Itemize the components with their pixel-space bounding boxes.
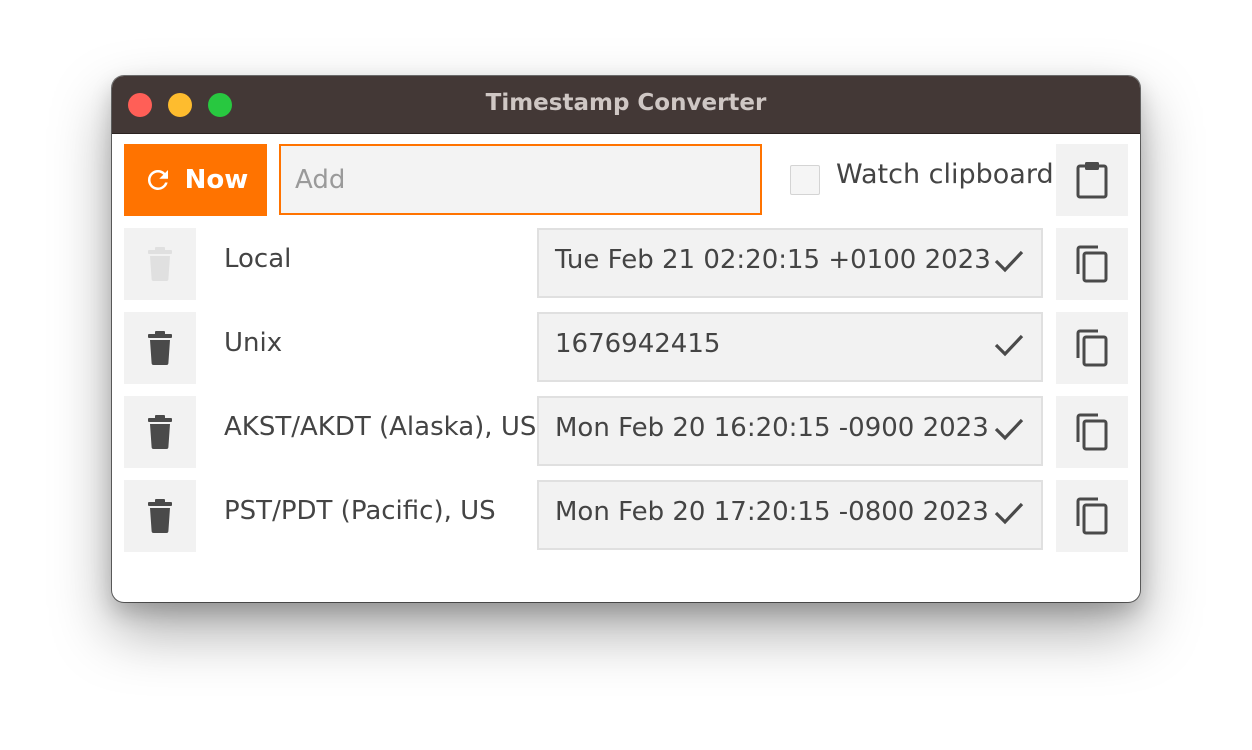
main-content: Now Watch clipboard Local [112,134,1140,602]
delete-row-button[interactable] [124,396,196,468]
checkmark-icon[interactable] [993,416,1025,446]
row-value-field[interactable]: Mon Feb 20 16:20:15 -0900 2023 [537,396,1043,466]
row-label: Local [224,244,292,274]
row-label: Unix [224,328,283,358]
row-label: PST/PDT (Pacific), US [224,496,496,526]
checkmark-icon[interactable] [993,332,1025,362]
watch-clipboard-checkbox[interactable] [790,165,820,195]
copy-icon [1074,328,1110,368]
row-value-field[interactable]: Tue Feb 21 02:20:15 +0100 2023 [537,228,1043,298]
copy-icon [1074,244,1110,284]
copy-row-button[interactable] [1056,312,1128,384]
refresh-icon [143,165,173,195]
trash-icon [147,415,173,449]
checkmark-icon[interactable] [993,500,1025,530]
clipboard-icon [1074,160,1110,200]
copy-row-button[interactable] [1056,396,1128,468]
row-value-field[interactable]: 1676942415 [537,312,1043,382]
trash-icon [147,247,173,281]
title-bar: Timestamp Converter [112,76,1140,134]
trash-icon [147,499,173,533]
now-button[interactable]: Now [124,144,267,216]
delete-row-button[interactable] [124,312,196,384]
copy-icon [1074,496,1110,536]
row-value: Tue Feb 21 02:20:15 +0100 2023 [555,245,991,275]
now-button-label: Now [184,165,249,195]
checkmark-icon[interactable] [993,248,1025,278]
window-title: Timestamp Converter [485,90,767,116]
watch-clipboard-label[interactable]: Watch clipboard [836,159,1054,190]
row-value-field[interactable]: Mon Feb 20 17:20:15 -0800 2023 [537,480,1043,550]
row-label: AKST/AKDT (Alaska), US [224,412,537,442]
copy-icon [1074,412,1110,452]
copy-row-button[interactable] [1056,480,1128,552]
delete-row-button[interactable] [124,228,196,300]
row-value: Mon Feb 20 17:20:15 -0800 2023 [555,497,989,527]
trash-icon [147,331,173,365]
row-value: 1676942415 [555,329,721,359]
add-timezone-input[interactable] [279,144,762,215]
row-value: Mon Feb 20 16:20:15 -0900 2023 [555,413,989,443]
copy-row-button[interactable] [1056,228,1128,300]
app-window: Timestamp Converter Now Watch clipboard [112,76,1140,602]
paste-clipboard-button[interactable] [1056,144,1128,216]
delete-row-button[interactable] [124,480,196,552]
